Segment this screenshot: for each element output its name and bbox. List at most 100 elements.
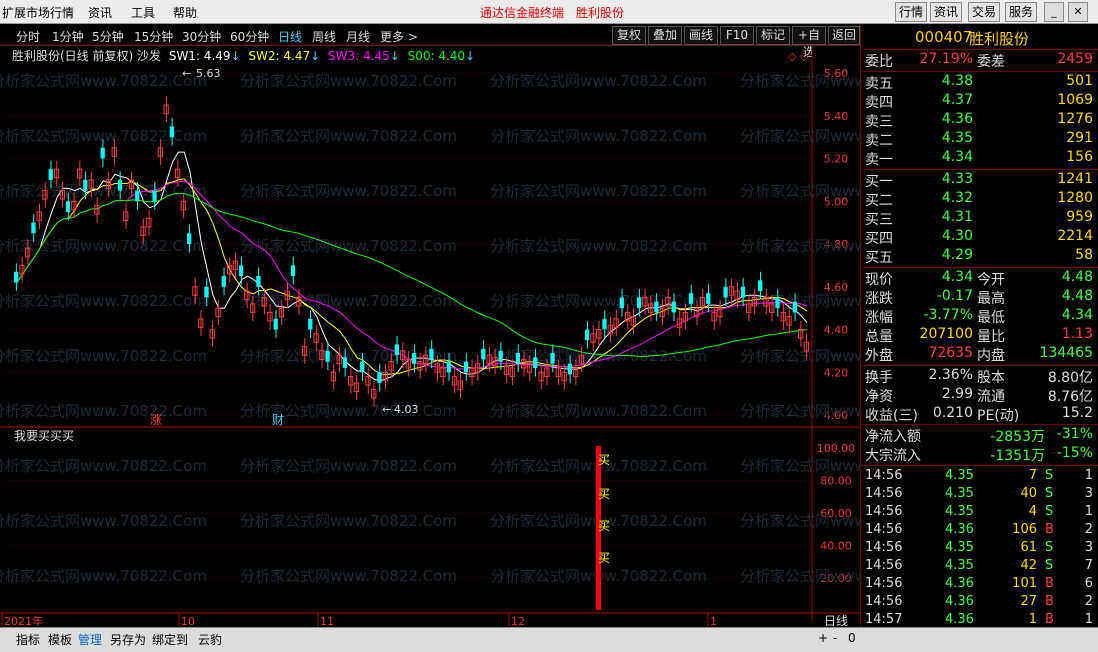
tab-bind-to[interactable]: 绑定到 — [152, 631, 188, 648]
period-15min[interactable]: 15分钟 — [134, 28, 173, 45]
candle-body-down — [636, 297, 642, 309]
period-more[interactable]: 更多 > — [380, 28, 418, 45]
candle-body-down — [169, 126, 175, 138]
period-weekly[interactable]: 周线 — [312, 28, 336, 45]
menu-tools[interactable]: 工具 — [131, 4, 155, 21]
candle-body-down — [31, 222, 36, 234]
candle-body-down — [100, 147, 105, 159]
candle-body-down — [602, 318, 607, 330]
menu-extended-market[interactable]: 扩展市场行情 — [2, 4, 74, 21]
watermark-text: 分析家公式网www.70822.Com — [240, 72, 457, 90]
buy-signal-label: 买 — [598, 453, 610, 467]
period-60min[interactable]: 60分钟 — [230, 28, 269, 45]
legend-title: 胜利股份(日线 前复权) 沙发 — [12, 49, 161, 63]
indicator-tick-label: 100.00 — [817, 442, 856, 455]
info-button[interactable]: 资讯 — [930, 2, 962, 22]
period-daily[interactable]: 日线 — [278, 28, 302, 45]
tab-indicator[interactable]: 指标 — [16, 631, 40, 648]
legend-s00: S00: 4.40 — [407, 49, 466, 63]
candle-body-down — [533, 357, 538, 368]
watermark-text: 分析家公式网www.70822.Com — [240, 567, 457, 585]
period-intraday[interactable]: 分时 — [16, 28, 40, 45]
stats-row: 现价 4.34 今开 4.48 — [865, 269, 1093, 288]
tab-yunbao[interactable]: 云豹 — [198, 631, 222, 648]
menu-help[interactable]: 帮助 — [173, 4, 197, 21]
back-button[interactable]: 返回 — [828, 26, 860, 45]
candle-body-down — [152, 190, 157, 202]
buy-row: 买四 4.30 2214 — [865, 228, 1093, 247]
candle-body-down — [65, 201, 71, 212]
tick-row: 14:56 4.36 27 B 2 — [865, 594, 1093, 609]
sell-row: 卖二 4.35 291 — [865, 130, 1093, 149]
candle-body-down — [342, 357, 348, 368]
adjust-button[interactable]: 复权 — [612, 26, 646, 45]
watermark-text: 分析家公式网www.70822.Com — [740, 567, 860, 585]
kline-chart[interactable]: 5.605.405.205.004.804.604.404.204.00100.… — [0, 46, 860, 626]
candle-body-down — [394, 344, 399, 356]
candle-body-down — [135, 190, 140, 202]
candle-body-down — [48, 169, 53, 180]
ma-line-s00 — [16, 192, 808, 357]
trade-button[interactable]: 交易 — [968, 2, 1000, 22]
watermark-text: 分析家公式网www.70822.Com — [740, 292, 860, 310]
indicator-name: 我要买买买 — [14, 429, 74, 443]
watermark-text: 分析家公式网www.70822.Com — [240, 512, 457, 530]
price-tick-label: 4.20 — [824, 366, 849, 379]
tick-row: 14:56 4.36 101 B 6 — [865, 576, 1093, 591]
period-monthly[interactable]: 月线 — [346, 28, 370, 45]
zoom-in-icon[interactable]: + — [818, 631, 828, 645]
mark-button[interactable]: 标记 — [756, 26, 790, 45]
add-favorite-button[interactable]: +自选 — [792, 26, 826, 59]
watermark-text: 分析家公式网www.70822.Com — [740, 127, 860, 145]
candle-body-down — [204, 286, 209, 298]
buy-signal-label: 买 — [598, 551, 610, 565]
period-toolbar: 分时 1分钟 5分钟 15分钟 30分钟 60分钟 日线 周线 月线 更多 > … — [0, 25, 860, 59]
ma-line-sw2 — [16, 178, 808, 376]
tab-save-as[interactable]: 另存为 — [110, 631, 146, 648]
legend-sw1: SW1: 4.49 — [168, 49, 231, 63]
sell-row: 卖一 4.34 156 — [865, 149, 1093, 168]
candle-body-down — [740, 286, 746, 298]
low-price-label: 4.03 — [394, 403, 419, 416]
buy-row: 买二 4.32 1280 — [865, 190, 1093, 209]
candle-body-down — [325, 350, 330, 362]
tab-manage[interactable]: 管理 — [78, 631, 102, 648]
close-icon[interactable]: ✕ — [1068, 2, 1088, 22]
candle-body-down — [481, 348, 486, 360]
service-button[interactable]: 服务 — [1005, 2, 1037, 22]
buy-signal-label: 买 — [598, 519, 610, 533]
sell-row: 卖三 4.36 1276 — [865, 111, 1093, 130]
tick-row: 14:56 4.35 4 S 1 — [865, 504, 1093, 519]
date-tick-label: 12 — [511, 615, 525, 626]
f10-button[interactable]: F10 — [720, 26, 754, 45]
period-1min[interactable]: 1分钟 — [52, 28, 84, 45]
menu-news[interactable]: 资讯 — [88, 4, 112, 21]
watermark-text: 分析家公式网www.70822.Com — [0, 182, 207, 200]
tab-template[interactable]: 模板 — [48, 631, 72, 648]
sell-row: 卖五 4.38 501 — [865, 73, 1093, 92]
quote-panel: 000407 胜利股份 委比 27.19% 委差 2459 卖五 4.38 501 卖… — [860, 25, 1098, 645]
candle-body-down — [706, 293, 711, 304]
minimize-icon[interactable]: _ — [1044, 2, 1064, 22]
window-stock-name: 胜利股份 — [576, 6, 625, 20]
draw-button[interactable]: 画线 — [684, 26, 718, 45]
high-price-label: 5.63 — [196, 67, 221, 80]
quote-button[interactable]: 行情 — [895, 2, 927, 22]
tick-row: 14:56 4.35 42 S 7 — [865, 558, 1093, 573]
indicator-tick-label: 40.00 — [820, 540, 852, 553]
period-30min[interactable]: 30分钟 — [182, 28, 221, 45]
watermark-text: 分析家公式网www.70822.Com — [0, 127, 207, 145]
period-5min[interactable]: 5分钟 — [92, 28, 124, 45]
zoom-out-icon[interactable]: - — [833, 631, 837, 645]
price-tick-label: 5.20 — [824, 153, 849, 166]
candle-body-down — [308, 318, 313, 330]
reset-zoom-icon[interactable]: 0 — [848, 631, 856, 645]
flow-row: 净流入额 -2853万 -31% — [865, 426, 1093, 445]
watermark-text: 分析家公式网www.70822.Com — [740, 237, 860, 255]
candle-body-down — [412, 353, 417, 364]
tick-row: 14:56 4.35 40 S 3 — [865, 486, 1093, 501]
candle-body-down — [723, 286, 728, 298]
candle-body-down — [83, 179, 88, 191]
date-tick-label: 1 — [710, 615, 717, 626]
overlay-button[interactable]: 叠加 — [648, 26, 682, 45]
